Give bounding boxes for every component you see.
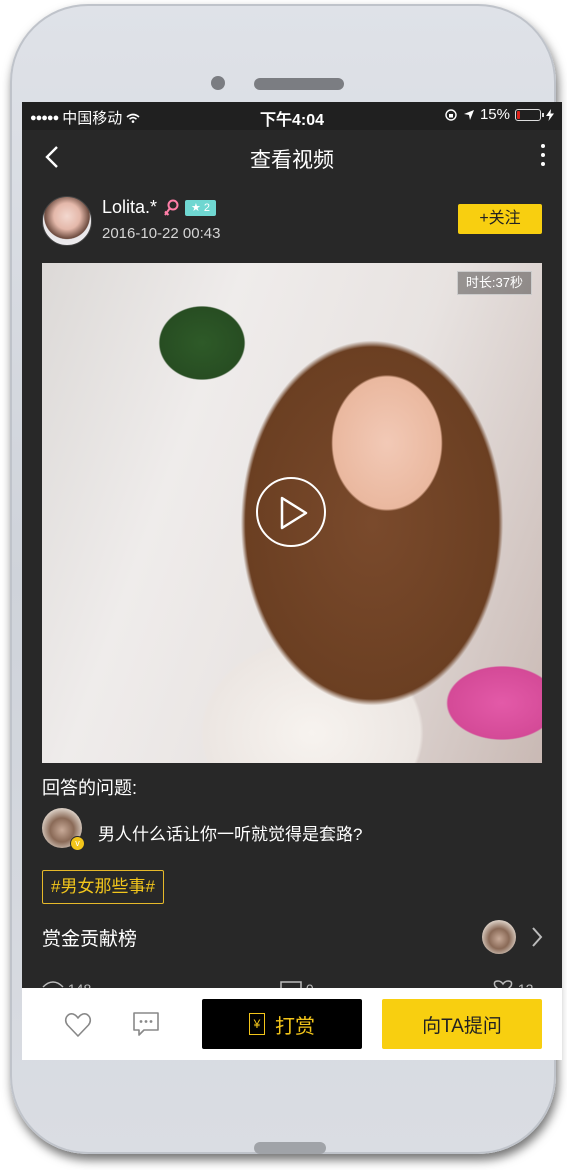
reward-label: 打赏 (275, 1015, 315, 1038)
author-name[interactable]: Lolita.* (102, 197, 157, 218)
chevron-right-icon[interactable] (530, 926, 544, 948)
bottom-action-bar: ¥ 打赏 向TA提问 (22, 988, 562, 1060)
front-camera (211, 76, 225, 90)
dot (541, 144, 545, 148)
reward-button[interactable]: ¥ 打赏 (202, 999, 362, 1049)
nav-bar: 查看视频 (22, 130, 562, 186)
topic-tag[interactable]: #男女那些事# (42, 870, 164, 904)
earpiece-speaker (254, 78, 344, 90)
rotation-lock-icon (445, 108, 457, 121)
video-player[interactable]: 时长:37秒 (42, 263, 542, 763)
video-duration: 时长:37秒 (456, 271, 532, 295)
page-title: 查看视频 (250, 149, 334, 172)
author-avatar[interactable] (42, 196, 92, 246)
post-date: 2016-10-22 00:43 (102, 225, 221, 242)
dot (541, 162, 545, 166)
level-number: 2 (203, 201, 211, 214)
female-gender-icon (164, 199, 179, 216)
charging-bolt-icon (546, 108, 554, 121)
comment-icon[interactable] (132, 1010, 160, 1038)
battery-icon (515, 108, 544, 121)
verified-badge-icon: v (70, 836, 85, 851)
follow-button[interactable]: +关注 (458, 204, 542, 234)
battery-percent: 15% (479, 106, 510, 123)
bounty-ranking-label[interactable]: 赏金贡献榜 (42, 924, 137, 951)
heart-icon[interactable] (64, 1012, 92, 1038)
author-header: Lolita.* ★ 2 (102, 197, 217, 218)
phone-frame: ●●●●● 中国移动 下午4:04 15% 查看视频 Lolita.* ★ 2 … (10, 4, 562, 1154)
home-button (254, 1142, 326, 1154)
question-label: 回答的问题: (42, 778, 138, 798)
contributor-avatar[interactable] (482, 920, 516, 954)
play-button[interactable] (256, 477, 326, 547)
app-screen: ●●●●● 中国移动 下午4:04 15% 查看视频 Lolita.* ★ 2 … (22, 102, 562, 1060)
more-options-button[interactable] (538, 144, 548, 170)
question-text[interactable]: 男人什么话让你一听就觉得是套路? (98, 820, 362, 845)
star-icon: ★ (191, 202, 201, 214)
play-icon (280, 496, 308, 530)
location-arrow-icon (463, 109, 474, 120)
battery-level-fill (517, 110, 520, 119)
dot (541, 153, 545, 157)
level-badge: ★ 2 (185, 199, 217, 216)
status-bar: ●●●●● 中国移动 下午4:04 15% (22, 102, 562, 130)
ask-question-button[interactable]: 向TA提问 (382, 999, 542, 1049)
yuan-icon: ¥ (249, 1013, 265, 1035)
